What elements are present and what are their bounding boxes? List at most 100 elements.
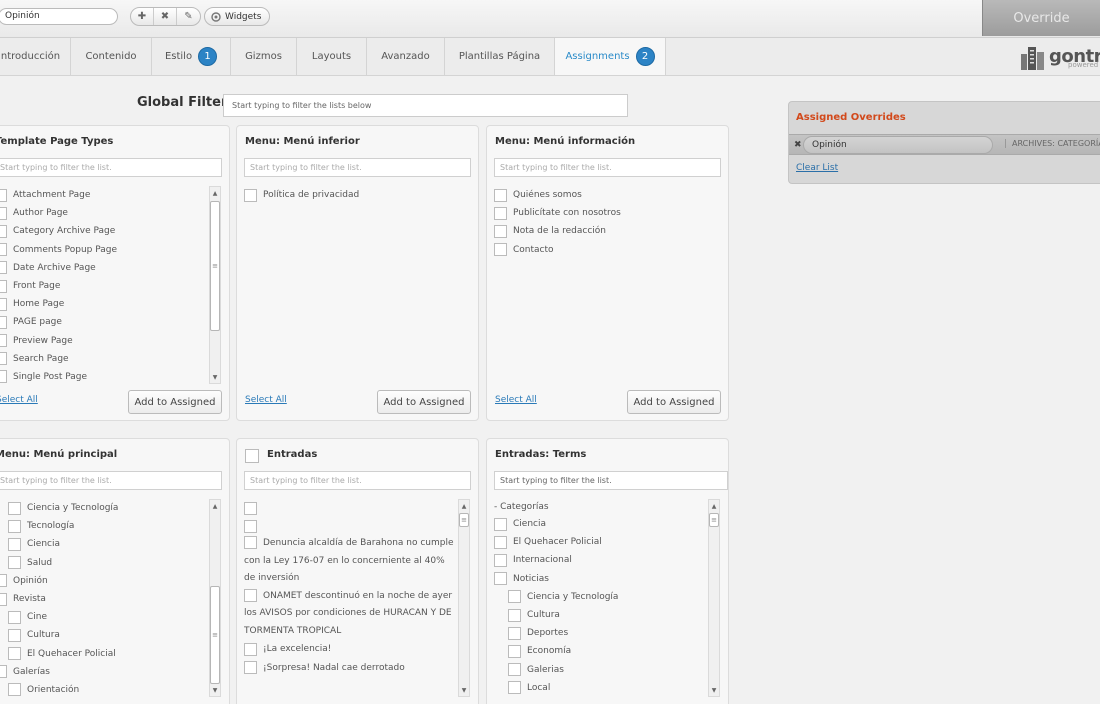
item-checkbox[interactable] xyxy=(8,628,21,642)
scroll-down-icon[interactable]: ▼ xyxy=(210,371,220,383)
panel-filter-input[interactable]: Start typing to filter the list. xyxy=(494,471,728,490)
list-item[interactable]: Nota de la redacción xyxy=(494,222,719,240)
entradas-select-checkbox[interactable] xyxy=(245,449,259,463)
delete-override-button[interactable]: ✖ xyxy=(154,8,177,25)
list-item[interactable]: Salud xyxy=(0,554,204,572)
tab-layouts[interactable]: Layouts xyxy=(297,38,367,75)
select-all-link[interactable]: Select All xyxy=(495,395,537,405)
list-item[interactable]: Publicítate con nosotros xyxy=(494,204,719,222)
tab-gizmos[interactable]: Gizmos xyxy=(231,38,297,75)
item-checkbox[interactable] xyxy=(0,352,7,366)
item-checkbox[interactable] xyxy=(0,315,7,329)
list-item[interactable]: Revista xyxy=(0,590,204,608)
select-all-link[interactable]: Select All xyxy=(245,395,287,405)
scrollbar[interactable]: ▲ ≡ ▼ xyxy=(209,186,221,384)
scroll-up-icon[interactable]: ▲ xyxy=(210,187,220,199)
scroll-up-icon[interactable]: ▲ xyxy=(210,500,220,512)
scroll-thumb[interactable]: ≡ xyxy=(210,201,220,331)
item-checkbox[interactable] xyxy=(508,608,521,622)
add-to-assigned-button[interactable]: Add to Assigned xyxy=(377,390,471,414)
list-item[interactable]: Author Page xyxy=(0,204,204,222)
list-item[interactable]: Front Page xyxy=(0,277,204,295)
item-checkbox[interactable] xyxy=(508,590,521,604)
item-checkbox[interactable] xyxy=(508,681,521,695)
list-item[interactable]: Ciencia xyxy=(494,515,709,533)
tab-avanzado[interactable]: Avanzado xyxy=(367,38,445,75)
item-checkbox[interactable] xyxy=(244,642,257,656)
list-item[interactable]: Deportes xyxy=(494,624,709,642)
tab-plantillas-pagina[interactable]: Plantillas Página xyxy=(445,38,555,75)
item-checkbox[interactable] xyxy=(8,610,21,624)
list-item[interactable]: El Quehacer Policial xyxy=(0,645,204,663)
list-item[interactable]: Cultura xyxy=(0,626,204,644)
list-item[interactable]: Search Page xyxy=(0,350,204,368)
add-to-assigned-button[interactable]: Add to Assigned xyxy=(128,390,222,414)
item-checkbox[interactable] xyxy=(508,644,521,658)
list-item[interactable]: Home Page xyxy=(0,295,204,313)
override-tab[interactable]: Override xyxy=(982,0,1100,36)
item-checkbox[interactable] xyxy=(0,206,7,220)
item-checkbox[interactable] xyxy=(494,572,507,586)
item-checkbox[interactable] xyxy=(0,297,7,311)
list-item[interactable]: Cine xyxy=(0,608,204,626)
list-item[interactable]: Local xyxy=(494,679,709,697)
item-checkbox[interactable] xyxy=(244,661,257,675)
list-item[interactable] xyxy=(244,517,454,535)
item-checkbox[interactable] xyxy=(0,370,7,384)
item-checkbox[interactable] xyxy=(494,553,507,567)
scroll-thumb[interactable]: ≡ xyxy=(459,513,469,527)
item-checkbox[interactable] xyxy=(494,243,507,257)
list-item[interactable]: ¡Sorpresa! Nadal cae derrotado xyxy=(244,659,454,677)
item-checkbox[interactable] xyxy=(508,663,521,677)
list-item[interactable]: Galerías xyxy=(0,663,204,681)
list-item[interactable]: Noticias xyxy=(494,570,709,588)
list-item[interactable]: Ciencia y Tecnología xyxy=(0,499,204,517)
list-item[interactable]: Single Post Page xyxy=(0,368,204,384)
list-item[interactable]: Ciencia xyxy=(0,535,204,553)
list-item[interactable]: Cultura xyxy=(494,606,709,624)
item-checkbox[interactable] xyxy=(8,647,21,661)
list-item[interactable]: Internacional xyxy=(494,551,709,569)
panel-filter-input[interactable]: Start typing to filter the list. xyxy=(0,158,222,177)
item-checkbox[interactable] xyxy=(0,243,7,257)
panel-filter-input[interactable]: Start typing to filter the list. xyxy=(0,471,222,490)
list-item[interactable]: Date Archive Page xyxy=(0,259,204,277)
item-checkbox[interactable] xyxy=(244,536,257,550)
item-checkbox[interactable] xyxy=(0,592,7,606)
scroll-down-icon[interactable]: ▼ xyxy=(210,684,220,696)
item-checkbox[interactable] xyxy=(8,556,21,570)
list-item[interactable]: Orientación xyxy=(0,681,204,697)
list-item[interactable]: Economía xyxy=(494,642,709,660)
list-item[interactable]: Tecnología xyxy=(0,517,204,535)
scrollbar[interactable]: ▲ ≡ ▼ xyxy=(209,499,221,697)
panel-filter-input[interactable]: Start typing to filter the list. xyxy=(244,158,471,177)
override-name-input[interactable]: Opinión xyxy=(0,8,118,25)
list-item[interactable]: Ciencia y Tecnología xyxy=(494,588,709,606)
tab-introduccion[interactable]: Introducción xyxy=(0,38,71,75)
tab-assignments[interactable]: Assignments 2 xyxy=(555,38,666,75)
item-checkbox[interactable] xyxy=(494,517,507,531)
item-checkbox[interactable] xyxy=(494,206,507,220)
item-checkbox[interactable] xyxy=(244,519,257,533)
list-item[interactable]: El Quehacer Policial xyxy=(494,533,709,551)
clear-list-link[interactable]: Clear List xyxy=(796,163,838,173)
scrollbar[interactable]: ▲ ≡ ▼ xyxy=(458,499,470,697)
item-checkbox[interactable] xyxy=(508,626,521,640)
list-item[interactable]: ONAMET descontinuó en la noche de ayer l… xyxy=(244,588,454,641)
item-checkbox[interactable] xyxy=(8,519,21,533)
item-checkbox[interactable] xyxy=(0,574,7,588)
list-item[interactable]: Preview Page xyxy=(0,332,204,350)
edit-override-button[interactable]: ✎ xyxy=(177,8,200,25)
list-item[interactable]: Quiénes somos xyxy=(494,186,719,204)
item-checkbox[interactable] xyxy=(8,683,21,697)
tab-estilo[interactable]: Estilo 1 xyxy=(152,38,231,75)
scroll-thumb[interactable]: ≡ xyxy=(709,513,719,527)
item-checkbox[interactable] xyxy=(0,224,7,238)
item-checkbox[interactable] xyxy=(0,261,7,275)
item-checkbox[interactable] xyxy=(244,588,257,602)
list-item[interactable]: Category Archive Page xyxy=(0,222,204,240)
scroll-down-icon[interactable]: ▼ xyxy=(709,684,719,696)
scroll-up-icon[interactable]: ▲ xyxy=(459,500,469,512)
list-item[interactable]: Opinión xyxy=(0,572,204,590)
select-all-link[interactable]: Select All xyxy=(0,395,38,405)
